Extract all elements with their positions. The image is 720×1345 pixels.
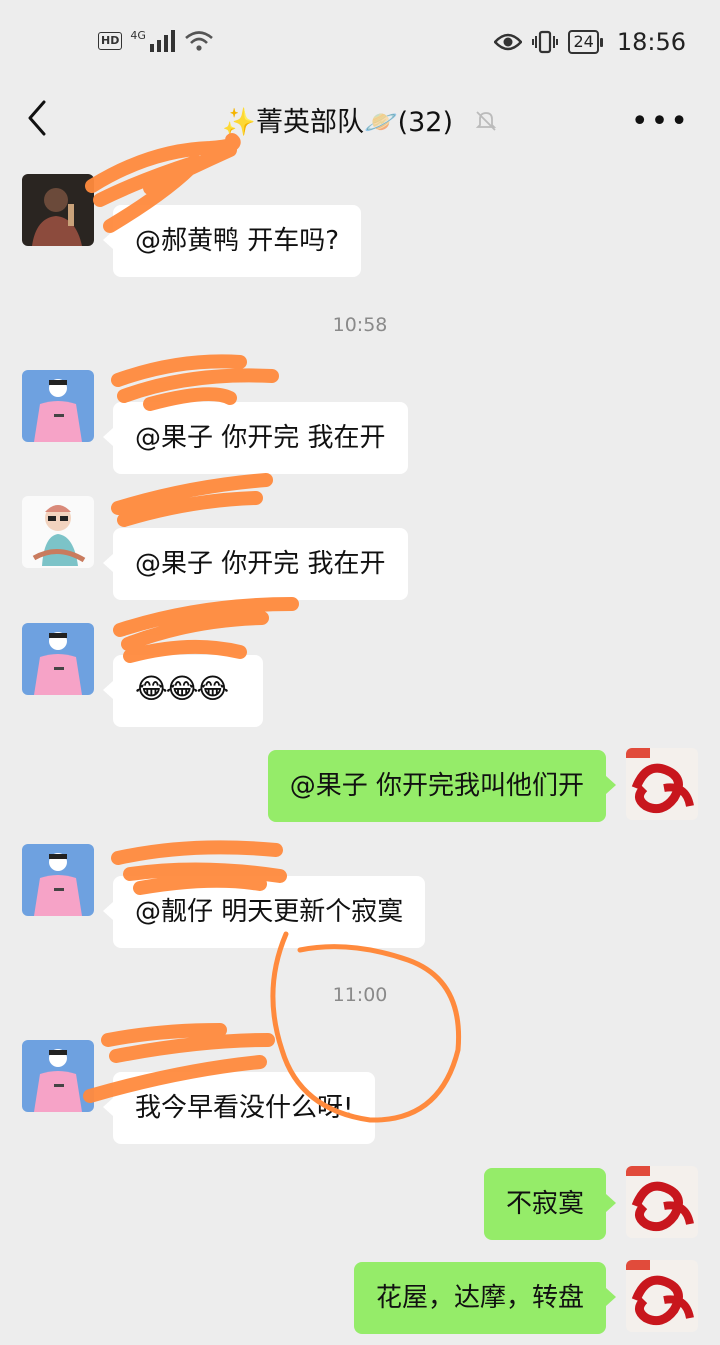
message-bubble-self[interactable]: @果子 你开完我叫他们开 (267, 750, 617, 822)
battery-indicator: 24 (568, 30, 604, 54)
message-bubble[interactable]: @果子 你开完 我在开 (103, 528, 408, 600)
network-type: 4G (130, 28, 146, 42)
status-bar: HD 4G 24 18:56 (0, 0, 720, 88)
chat-title-text: ✨菁英部队🪐(32) (222, 107, 454, 138)
bell-muted-icon (475, 111, 496, 131)
avatar[interactable] (22, 844, 94, 916)
wifi-icon (185, 31, 213, 51)
timestamp: 11:00 (332, 984, 388, 1006)
hd-badge: HD (98, 32, 123, 50)
vibrate-icon (532, 30, 559, 54)
signal-bars-icon (149, 30, 175, 52)
avatar[interactable] (22, 623, 94, 695)
message-bubble[interactable]: @果子 你开完 我在开 (103, 402, 408, 474)
message-bubble[interactable]: 我今早看没什么呀! (102, 1072, 376, 1144)
avatar[interactable] (22, 496, 94, 568)
more-dots-icon[interactable]: ••• (631, 104, 690, 139)
message-bubble[interactable]: @靓仔 明天更新个寂寞 (102, 876, 426, 948)
avatar[interactable] (22, 370, 94, 442)
message-bubble-self[interactable]: 不寂寞 (483, 1168, 617, 1240)
emoji-message-bubble[interactable]: 😂😂😂 (103, 655, 263, 727)
status-time: 18:56 (616, 28, 686, 56)
avatar-self[interactable] (626, 1260, 698, 1332)
avatar-self[interactable] (626, 748, 698, 820)
timestamp: 10:58 (332, 314, 388, 336)
message-bubble-self[interactable]: 花屋，达摩，转盘 (353, 1262, 617, 1334)
avatar[interactable] (22, 1040, 94, 1112)
chat-header: ✨菁英部队🪐(32) ••• (0, 88, 720, 152)
avatar-self[interactable] (626, 1166, 698, 1238)
eye-icon (494, 33, 523, 51)
chat-title: ✨菁英部队🪐(32) (0, 100, 720, 139)
message-bubble[interactable]: @郝黄鸭 开车吗? (102, 205, 362, 277)
avatar[interactable] (22, 174, 94, 246)
